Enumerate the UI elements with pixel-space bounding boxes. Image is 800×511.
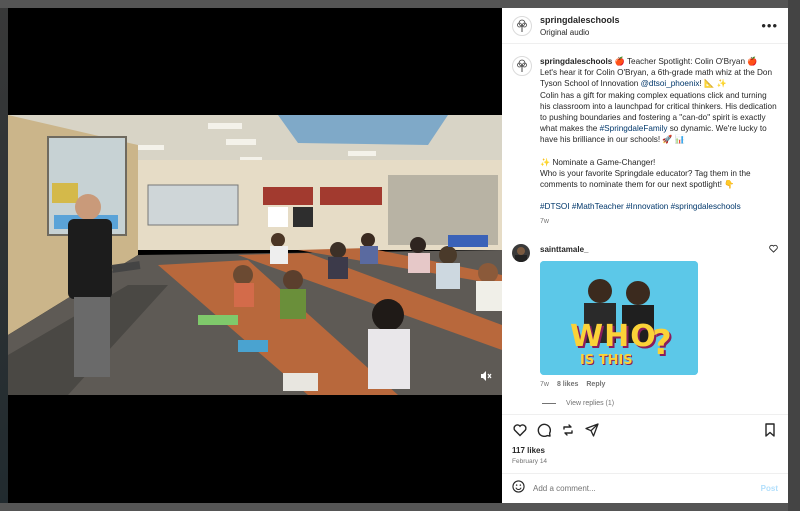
tree-logo-icon: [517, 19, 527, 32]
caption-avatar[interactable]: [512, 56, 532, 76]
hashtag-family-link[interactable]: #SpringdaleFamily: [600, 124, 668, 133]
header-username[interactable]: springdaleschools: [540, 15, 761, 25]
comment-reply-button[interactable]: Reply: [586, 381, 605, 388]
emoji-icon[interactable]: [512, 479, 525, 498]
likes-count[interactable]: 117 likes: [502, 444, 788, 455]
post-modal: springdaleschools Original audio ••• spr…: [8, 8, 788, 503]
add-comment-bar: Post: [502, 473, 788, 503]
commenter-username[interactable]: sainttamale_: [540, 245, 588, 254]
comment-like-heart-icon[interactable]: [769, 244, 778, 255]
backdrop-strip-top: [0, 0, 800, 8]
post-side-panel: springdaleschools Original audio ••• spr…: [502, 8, 788, 503]
classroom-video-frame: [8, 115, 502, 395]
caption-nominate-body: Who is your favorite Springdale educator…: [540, 168, 751, 190]
mention-link[interactable]: @dtsoi_phoenix: [641, 79, 700, 88]
comment-likes[interactable]: 8 likes: [557, 381, 578, 388]
view-replies-button[interactable]: View replies (1): [512, 400, 778, 407]
like-heart-icon[interactable]: [512, 422, 528, 438]
comment-bubble-icon[interactable]: [536, 422, 552, 438]
post-date[interactable]: February 14: [502, 455, 788, 473]
tree-logo-icon: [517, 59, 527, 72]
comment-input[interactable]: [533, 484, 761, 493]
post-header: springdaleschools Original audio •••: [502, 8, 788, 44]
backdrop-strip-bottom: [0, 503, 800, 511]
action-bar: [502, 414, 788, 444]
hashtags-link[interactable]: #DTSOI #MathTeacher #Innovation #springd…: [540, 201, 778, 212]
backdrop-right-edge: [788, 0, 800, 511]
post-comment-button[interactable]: Post: [761, 484, 778, 493]
audio-label[interactable]: Original audio: [540, 28, 761, 37]
profile-avatar[interactable]: [512, 15, 532, 36]
comment-gif[interactable]: WHO IS THIS ?: [540, 260, 698, 375]
caption-time[interactable]: 7w: [540, 216, 778, 227]
caption-intro-end: ! 📐 ✨: [699, 79, 727, 89]
caption-username[interactable]: springdaleschools: [540, 57, 612, 66]
commenter-avatar[interactable]: [512, 243, 530, 262]
reel-video[interactable]: [8, 115, 502, 395]
caption-nominate-heading: ✨ Nominate a Game-Changer!: [540, 157, 656, 167]
comments-scroll-area[interactable]: springdaleschools 🍎 Teacher Spotlight: C…: [502, 44, 788, 414]
more-options-icon[interactable]: •••: [761, 18, 778, 33]
replies-divider: [542, 402, 556, 404]
view-replies-label: View replies (1): [566, 399, 615, 407]
share-send-icon[interactable]: [584, 422, 600, 438]
caption: springdaleschools 🍎 Teacher Spotlight: C…: [512, 56, 778, 228]
media-area[interactable]: [8, 8, 502, 503]
mute-toggle-icon[interactable]: [478, 370, 494, 386]
comment-item: sainttamale_ WHO IS THIS ? 7w 8 likes Re…: [512, 243, 778, 388]
gif-who-text: WHO: [570, 318, 657, 354]
gif-is-this-text: IS THIS: [580, 352, 633, 368]
comment-time[interactable]: 7w: [540, 381, 549, 388]
save-bookmark-icon[interactable]: [762, 422, 778, 438]
caption-headline: 🍎 Teacher Spotlight: Colin O'Bryan 🍎: [614, 57, 758, 66]
gif-question-mark: ?: [652, 322, 672, 363]
repost-icon[interactable]: [560, 422, 576, 438]
